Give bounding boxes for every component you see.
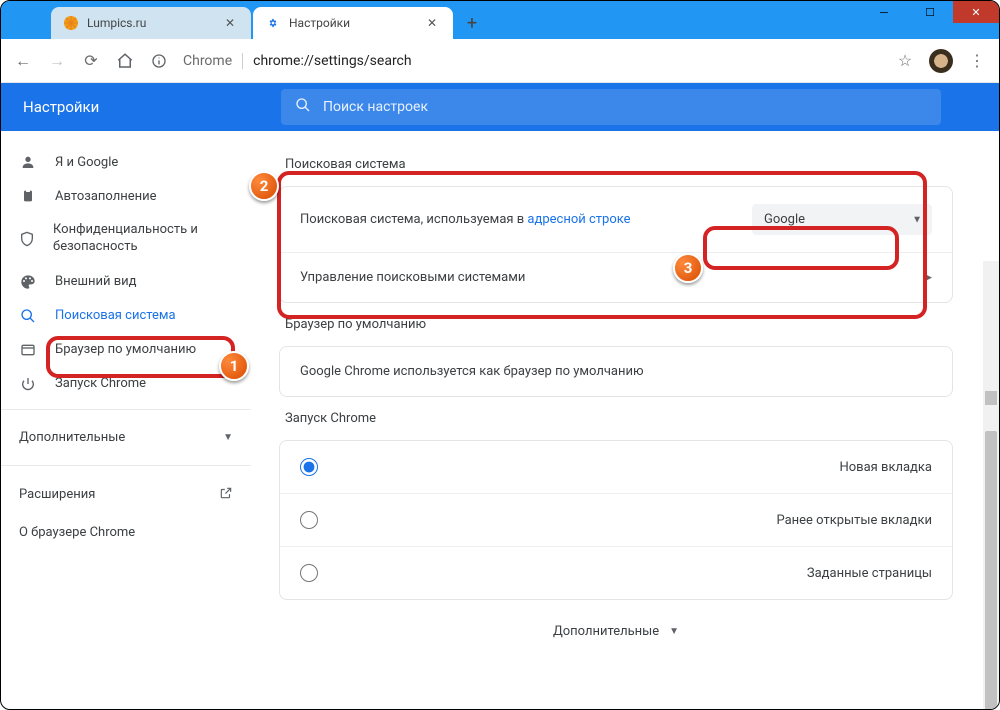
address-bar[interactable]: Chrome chrome://settings/search <box>183 53 881 69</box>
tab-title: Настройки <box>289 16 350 30</box>
advanced-footer-label: Дополнительные <box>553 624 659 639</box>
power-icon <box>19 376 37 392</box>
section-title-search-engine: Поисковая система <box>279 143 953 186</box>
search-engine-addressbar-label: Поисковая система, используемая в адресн… <box>300 212 631 227</box>
sidebar-about[interactable]: О браузере Chrome <box>1 516 251 549</box>
profile-avatar[interactable] <box>929 49 953 73</box>
radio-specific[interactable] <box>300 564 318 582</box>
sidebar-item-default-browser[interactable]: Браузер по умолчанию <box>1 333 251 367</box>
sidebar-label: Я и Google <box>55 155 118 170</box>
default-browser-row: Google Chrome используется как браузер п… <box>280 347 952 396</box>
settings-sidebar: Я и Google Автозаполнение Конфиденциальн… <box>1 131 251 709</box>
shield-icon <box>19 231 35 247</box>
chevron-down-icon: ▼ <box>669 626 679 637</box>
site-info-icon[interactable] <box>149 53 169 69</box>
scroll-thumb[interactable] <box>985 431 997 710</box>
sidebar-item-autofill[interactable]: Автозаполнение <box>1 179 251 213</box>
scroll-arrow-up[interactable] <box>985 391 997 405</box>
maximize-button[interactable]: ☐ <box>907 1 953 23</box>
search-engine-addressbar-row: Поисковая система, используемая в адресн… <box>280 187 952 252</box>
sidebar-item-search-engine[interactable]: Поисковая система <box>1 299 251 333</box>
chevron-down-icon: ▼ <box>223 432 233 443</box>
home-icon[interactable] <box>115 52 135 70</box>
toolbar: ← → ⟳ Chrome chrome://settings/search ☆ … <box>1 39 999 83</box>
reload-icon[interactable]: ⟳ <box>81 51 101 70</box>
menu-icon[interactable]: ⋮ <box>967 51 987 70</box>
sidebar-advanced[interactable]: Дополнительные ▼ <box>1 418 251 457</box>
search-icon <box>295 97 311 117</box>
advanced-label: Дополнительные <box>19 430 125 445</box>
startup-opt-new-tab[interactable]: Новая вкладка <box>280 441 952 493</box>
settings-title: Настройки <box>1 98 281 116</box>
address-hint: Chrome <box>183 53 243 69</box>
settings-body: Я и Google Автозаполнение Конфиденциальн… <box>1 131 999 709</box>
startup-opt-label: Новая вкладка <box>839 460 932 475</box>
external-link-icon <box>219 486 233 504</box>
search-engine-select[interactable]: Google <box>752 204 932 235</box>
close-tab-icon[interactable]: ✕ <box>221 16 239 30</box>
window-icon <box>19 342 37 358</box>
startup-opt-specific[interactable]: Заданные страницы <box>280 546 952 599</box>
manage-search-engines-row[interactable]: Управление поисковыми системами ▸ <box>280 252 952 302</box>
sidebar-item-appearance[interactable]: Внешний вид <box>1 265 251 299</box>
search-placeholder: Поиск настроек <box>323 99 428 115</box>
close-tab-icon[interactable]: ✕ <box>423 16 441 30</box>
sidebar-item-startup[interactable]: Запуск Chrome <box>1 367 251 401</box>
settings-header: Настройки Поиск настроек <box>1 83 999 131</box>
window-controls: ─ ☐ ✕ <box>861 1 999 23</box>
palette-icon <box>19 274 37 290</box>
section-title-default-browser: Браузер по умолчанию <box>279 303 953 346</box>
chevron-right-icon: ▸ <box>925 270 932 285</box>
tab-strip: Lumpics.ru ✕ Настройки ✕ + <box>1 1 999 39</box>
section-title-startup: Запуск Chrome <box>279 397 953 440</box>
startup-opt-label: Заданные страницы <box>807 566 932 581</box>
tab-lumpics[interactable]: Lumpics.ru ✕ <box>51 7 251 39</box>
address-url: chrome://settings/search <box>253 53 411 69</box>
new-tab-button[interactable]: + <box>459 10 485 36</box>
gear-favicon <box>265 15 281 31</box>
sidebar-item-you-and-google[interactable]: Я и Google <box>1 145 251 179</box>
back-icon[interactable]: ← <box>13 51 33 71</box>
settings-main: Поисковая система Поисковая система, исп… <box>251 131 999 709</box>
advanced-footer[interactable]: Дополнительные ▼ <box>279 600 953 663</box>
sidebar-extensions[interactable]: Расширения <box>1 474 251 516</box>
default-browser-card: Google Chrome используется как браузер п… <box>279 346 953 397</box>
user-icon <box>19 154 37 170</box>
callout-2: 2 <box>249 171 279 201</box>
chrome-window: ─ ☐ ✕ Lumpics.ru ✕ Настройки ✕ + ← → ⟳ <box>0 0 1000 710</box>
about-label: О браузере Chrome <box>19 525 135 540</box>
startup-opt-continue[interactable]: Ранее открытые вкладки <box>280 493 952 546</box>
forward-icon[interactable]: → <box>47 51 67 71</box>
address-bar-link[interactable]: адресной строке <box>527 212 630 227</box>
minimize-button[interactable]: ─ <box>861 1 907 23</box>
search-icon <box>19 308 37 324</box>
radio-continue[interactable] <box>300 511 318 529</box>
startup-opt-label: Ранее открытые вкладки <box>776 513 932 528</box>
tab-title: Lumpics.ru <box>87 16 146 30</box>
sidebar-label: Внешний вид <box>55 274 137 289</box>
search-engine-select-wrap: Google ▼ <box>752 204 932 235</box>
sidebar-label: Поисковая система <box>55 308 176 323</box>
search-engine-card: Поисковая система, используемая в адресн… <box>279 186 953 303</box>
sidebar-label: Запуск Chrome <box>55 376 146 391</box>
manage-search-engines-label: Управление поисковыми системами <box>300 270 525 285</box>
settings-search[interactable]: Поиск настроек <box>281 89 941 125</box>
tab-settings[interactable]: Настройки ✕ <box>253 7 453 39</box>
startup-card: Новая вкладка Ранее открытые вкладки Зад… <box>279 440 953 600</box>
close-button[interactable]: ✕ <box>953 1 999 23</box>
sidebar-label: Автозаполнение <box>55 189 157 204</box>
default-browser-text: Google Chrome используется как браузер п… <box>300 364 644 379</box>
callout-3: 3 <box>673 253 703 283</box>
sidebar-item-privacy[interactable]: Конфиденциальность и безопасность <box>1 213 251 265</box>
callout-1: 1 <box>219 351 249 381</box>
sidebar-label: Браузер по умолчанию <box>55 342 196 357</box>
radio-new-tab[interactable] <box>300 458 318 476</box>
scrollbar[interactable] <box>983 261 999 709</box>
sidebar-label: Конфиденциальность и безопасность <box>53 222 233 256</box>
bookmark-star-icon[interactable]: ☆ <box>895 51 915 70</box>
clipboard-icon <box>19 188 37 204</box>
orange-favicon <box>63 15 79 31</box>
extensions-label: Расширения <box>19 487 95 502</box>
